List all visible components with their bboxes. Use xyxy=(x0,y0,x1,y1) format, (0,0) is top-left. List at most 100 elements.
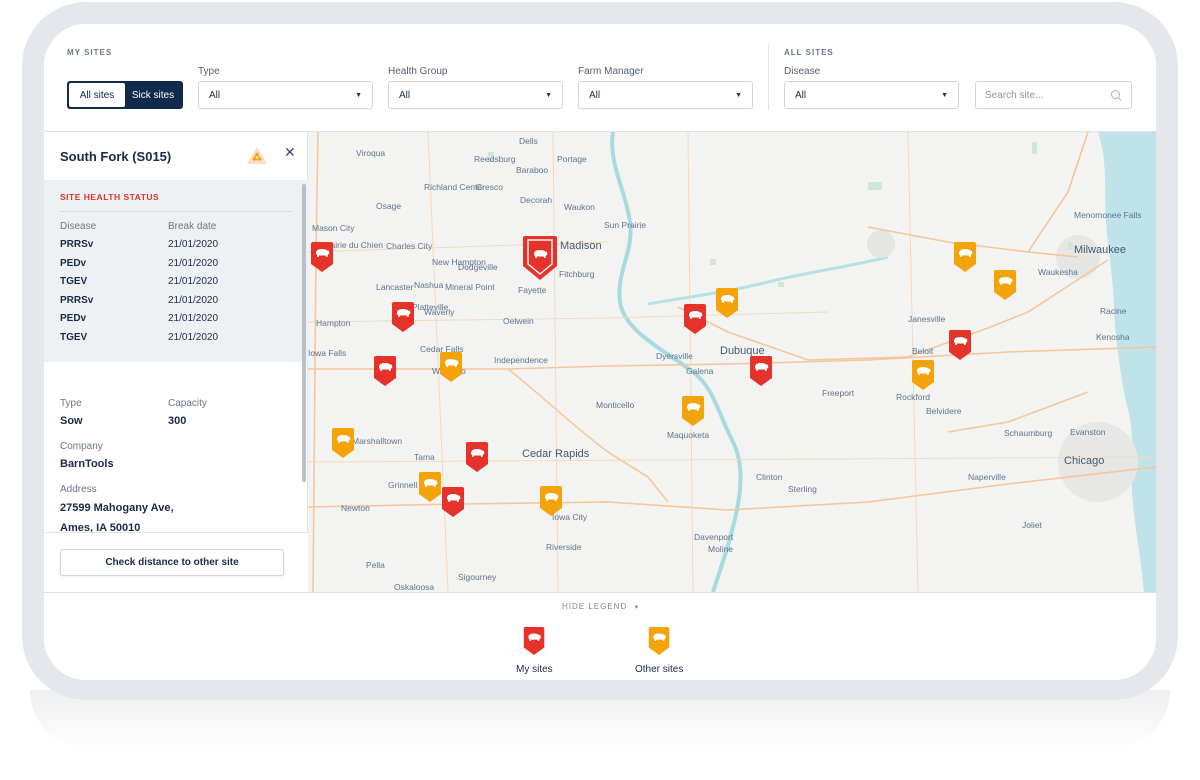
city-label: Evanston xyxy=(1070,427,1106,437)
city-label: Fayette xyxy=(518,285,547,295)
hide-legend-toggle[interactable]: HIDE LEGEND ▼ xyxy=(562,602,640,611)
city-label: Lancaster xyxy=(376,282,414,292)
farm-manager-value: All xyxy=(589,89,601,101)
city-label: Baraboo xyxy=(516,165,549,175)
disease-name: TGEV xyxy=(60,332,88,343)
city-label: Schaumburg xyxy=(1004,428,1053,438)
chevron-down-icon: ▼ xyxy=(355,91,362,99)
break-date: 21/01/2020 xyxy=(168,257,219,269)
divider xyxy=(60,211,292,212)
pig-marker-icon xyxy=(523,627,545,660)
disease-row: PEDv 21/01/2020 xyxy=(60,313,290,332)
city-label: Pella xyxy=(366,560,385,570)
city-label: Sigourney xyxy=(458,572,497,582)
city-label: Galena xyxy=(686,366,714,376)
city-label: Osage xyxy=(376,201,402,211)
legend-label: Other sites xyxy=(635,664,684,675)
health-group-select[interactable]: All ▼ xyxy=(388,81,563,109)
city-label: Davenport xyxy=(694,532,734,542)
city-label: Platteville xyxy=(412,302,449,312)
city-label: Madison xyxy=(560,240,602,252)
city-label: Clinton xyxy=(756,472,783,482)
city-label: Dodgeville xyxy=(458,262,498,272)
my-site-marker[interactable] xyxy=(374,356,396,386)
other-site-marker[interactable] xyxy=(716,288,738,318)
city-label: Marshalltown xyxy=(352,436,403,446)
toggle-all-sites[interactable]: All sites xyxy=(69,83,125,107)
close-icon[interactable]: ✕ xyxy=(284,144,296,161)
city-label: Racine xyxy=(1100,306,1127,316)
other-site-marker[interactable] xyxy=(994,270,1016,300)
disease-select[interactable]: All ▼ xyxy=(784,81,959,109)
disease-name: PRRSv xyxy=(60,294,94,306)
city-label: Menomonee Falls xyxy=(1074,210,1142,220)
search-placeholder: Search site... xyxy=(985,89,1044,101)
pig-marker-icon xyxy=(648,627,670,660)
toggle-sick-sites[interactable]: Sick sites xyxy=(125,83,181,107)
selected-site-marker[interactable] xyxy=(521,234,559,282)
other-site-marker[interactable] xyxy=(419,472,441,502)
break-date: 21/01/2020 xyxy=(168,313,219,325)
city-label: Viroqua xyxy=(356,148,386,158)
my-site-marker[interactable] xyxy=(392,302,414,332)
break-date: 21/01/2020 xyxy=(168,276,219,288)
other-site-marker[interactable] xyxy=(954,242,976,272)
disease-row: PRRSv 21/01/2020 xyxy=(60,295,290,314)
capacity-value: 300 xyxy=(168,415,187,427)
city-label: Monticello xyxy=(596,400,635,410)
type-info-label: Type xyxy=(60,398,82,409)
my-site-marker[interactable] xyxy=(750,356,772,386)
my-site-marker[interactable] xyxy=(311,242,333,272)
app-screen: MY SITES All sites Sick sites Type All ▼… xyxy=(44,24,1156,680)
my-site-marker[interactable] xyxy=(949,330,971,360)
site-detail-panel: South Fork (S015) ✕ SITE HEALTH STATUS D… xyxy=(44,132,308,592)
disease-row: PEDv 21/01/2020 xyxy=(60,258,290,277)
panel-scrollbar[interactable] xyxy=(302,184,306,482)
city-label: Naperville xyxy=(968,472,1006,482)
city-label: Beloit xyxy=(912,346,934,356)
site-title: South Fork (S015) xyxy=(60,148,172,164)
filter-divider xyxy=(768,44,769,110)
disease-row: TGEV 21/01/2020 xyxy=(60,276,290,295)
my-site-marker[interactable] xyxy=(466,442,488,472)
other-site-marker[interactable] xyxy=(682,396,704,426)
city-label: Mineral Point xyxy=(445,282,495,292)
panel-footer: Check distance to other site xyxy=(44,532,308,592)
check-distance-button[interactable]: Check distance to other site xyxy=(60,549,284,576)
disease-label: Disease xyxy=(784,66,821,77)
city-label: Maquoketa xyxy=(667,430,710,440)
city-label: Fitchburg xyxy=(559,269,595,279)
chevron-down-icon: ▼ xyxy=(941,91,948,99)
city-label: Portage xyxy=(557,154,587,164)
health-group-label: Health Group xyxy=(388,66,448,77)
city-label: Joliet xyxy=(1022,520,1042,530)
health-status-title: SITE HEALTH STATUS xyxy=(60,192,160,202)
other-site-marker[interactable] xyxy=(540,486,562,516)
city-label: Tama xyxy=(414,452,435,462)
city-label: Waukon xyxy=(564,202,595,212)
city-label: Riverside xyxy=(546,542,582,552)
map-view[interactable]: Mason City Charles City Osage Cresco Decorah… xyxy=(308,132,1156,592)
city-label: Iowa Falls xyxy=(308,348,347,358)
caret-down-icon: ▼ xyxy=(633,605,641,611)
break-date: 21/01/2020 xyxy=(168,332,219,343)
city-label: Oskaloosa xyxy=(394,582,435,592)
other-site-marker[interactable] xyxy=(912,360,934,390)
city-label: Kenosha xyxy=(1096,332,1130,342)
type-label: Type xyxy=(198,66,220,77)
farm-manager-select[interactable]: All ▼ xyxy=(578,81,753,109)
other-site-marker[interactable] xyxy=(440,352,462,382)
search-input[interactable]: Search site... xyxy=(975,81,1132,109)
city-label: Dells xyxy=(519,136,538,146)
city-label: Dyersville xyxy=(656,351,693,361)
disease-name: PEDv xyxy=(60,257,87,269)
hide-legend-label: HIDE LEGEND xyxy=(562,602,628,611)
my-site-marker[interactable] xyxy=(684,304,706,334)
company-value: BarnTools xyxy=(60,458,114,470)
type-select[interactable]: All ▼ xyxy=(198,81,373,109)
city-label: Oelwein xyxy=(503,316,534,326)
my-site-marker[interactable] xyxy=(442,487,464,517)
other-site-marker[interactable] xyxy=(332,428,354,458)
site-toggle: All sites Sick sites xyxy=(67,81,183,109)
break-date: 21/01/2020 xyxy=(168,239,219,250)
